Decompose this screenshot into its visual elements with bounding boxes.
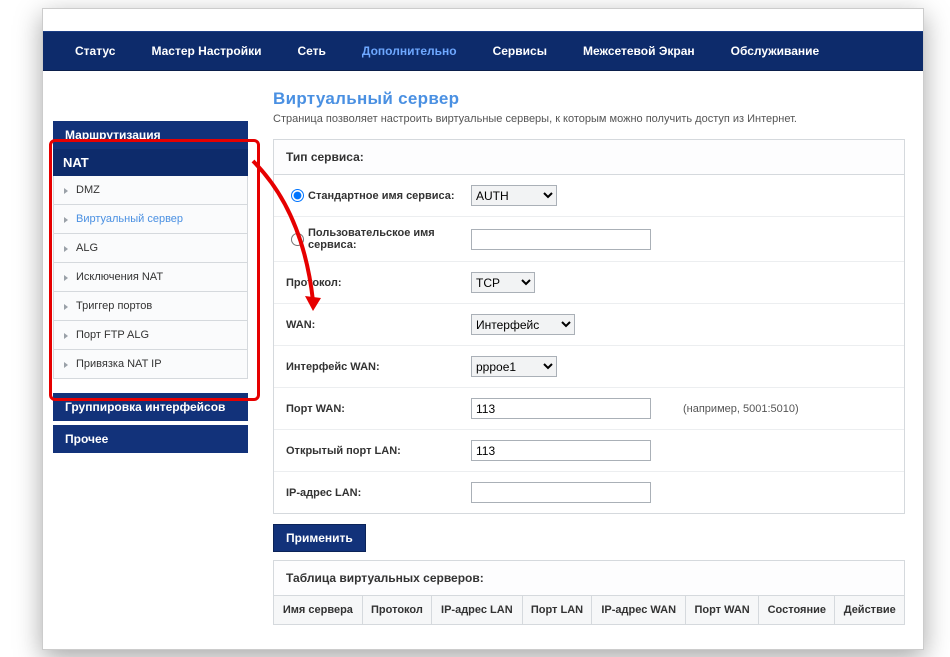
- sidebar-item-nat-ip-binding[interactable]: Привязка NAT IP: [53, 350, 248, 379]
- radio-custom-service[interactable]: [291, 233, 304, 246]
- page-desc: Страница позволяет настроить виртуальные…: [273, 113, 905, 125]
- select-wan[interactable]: Интерфейс: [471, 314, 575, 335]
- col-wan-ip: IP-адрес WAN: [592, 596, 686, 625]
- col-state: Состояние: [759, 596, 835, 625]
- nav-maintenance[interactable]: Обслуживание: [713, 32, 838, 70]
- apply-button[interactable]: Применить: [273, 524, 366, 552]
- label-wan-port: Порт WAN:: [286, 403, 471, 415]
- input-custom-service[interactable]: [471, 229, 651, 250]
- nav-network[interactable]: Сеть: [279, 32, 343, 70]
- sidebar-header-routing[interactable]: Маршрутизация: [53, 121, 248, 149]
- page-title: Виртуальный сервер: [273, 89, 905, 109]
- sidebar-item-dmz[interactable]: DMZ: [53, 176, 248, 205]
- col-wan-port: Порт WAN: [686, 596, 759, 625]
- sidebar-header-if-group[interactable]: Группировка интерфейсов: [53, 393, 248, 421]
- content: Виртуальный сервер Страница позволяет на…: [273, 89, 905, 625]
- nav-services[interactable]: Сервисы: [475, 32, 565, 70]
- label-custom-service: Пользовательское имя сервиса:: [308, 227, 435, 251]
- sidebar-gap: [53, 379, 248, 393]
- hint-wan-port: (например, 5001:5010): [683, 403, 799, 415]
- sidebar-item-port-trigger[interactable]: Триггер портов: [53, 292, 248, 321]
- nav-firewall[interactable]: Межсетевой Экран: [565, 32, 713, 70]
- select-protocol[interactable]: TCP: [471, 272, 535, 293]
- panel-title: Тип сервиса:: [274, 140, 904, 175]
- table-title: Таблица виртуальных серверов:: [273, 560, 905, 595]
- col-server-name: Имя сервера: [274, 596, 363, 625]
- sidebar-item-virtual-server[interactable]: Виртуальный сервер: [53, 205, 248, 234]
- top-nav: Статус Мастер Настройки Сеть Дополнитель…: [43, 31, 923, 71]
- sidebar-cat-nat[interactable]: NAT: [53, 149, 248, 176]
- input-lan-ip[interactable]: [471, 482, 651, 503]
- col-lan-ip: IP-адрес LAN: [432, 596, 522, 625]
- input-lan-port[interactable]: [471, 440, 651, 461]
- virtual-servers-table: Имя сервера Протокол IP-адрес LAN Порт L…: [273, 595, 905, 625]
- input-wan-port[interactable]: [471, 398, 651, 419]
- select-standard-service[interactable]: AUTH: [471, 185, 557, 206]
- label-standard-service: Стандартное имя сервиса:: [308, 190, 455, 202]
- sidebar-item-alg[interactable]: ALG: [53, 234, 248, 263]
- sidebar-item-nat-exceptions[interactable]: Исключения NAT: [53, 263, 248, 292]
- label-protocol: Протокол:: [286, 277, 471, 289]
- nav-advanced[interactable]: Дополнительно: [344, 32, 475, 70]
- label-lan-port: Открытый порт LAN:: [286, 445, 471, 457]
- service-type-panel: Тип сервиса: Стандартное имя сервиса: AU…: [273, 139, 905, 514]
- col-lan-port: Порт LAN: [522, 596, 592, 625]
- select-wan-interface[interactable]: pppoe1: [471, 356, 557, 377]
- col-protocol: Протокол: [362, 596, 431, 625]
- sidebar-header-other[interactable]: Прочее: [53, 425, 248, 453]
- label-wan-interface: Интерфейс WAN:: [286, 361, 471, 373]
- sidebar: Маршрутизация NAT DMZ Виртуальный сервер…: [53, 121, 248, 453]
- sidebar-item-ftp-alg-port[interactable]: Порт FTP ALG: [53, 321, 248, 350]
- nav-wizard[interactable]: Мастер Настройки: [133, 32, 279, 70]
- radio-standard-service[interactable]: [291, 189, 304, 202]
- label-wan: WAN:: [286, 319, 471, 331]
- label-lan-ip: IP-адрес LAN:: [286, 487, 471, 499]
- col-action: Действие: [835, 596, 905, 625]
- nav-status[interactable]: Статус: [57, 32, 133, 70]
